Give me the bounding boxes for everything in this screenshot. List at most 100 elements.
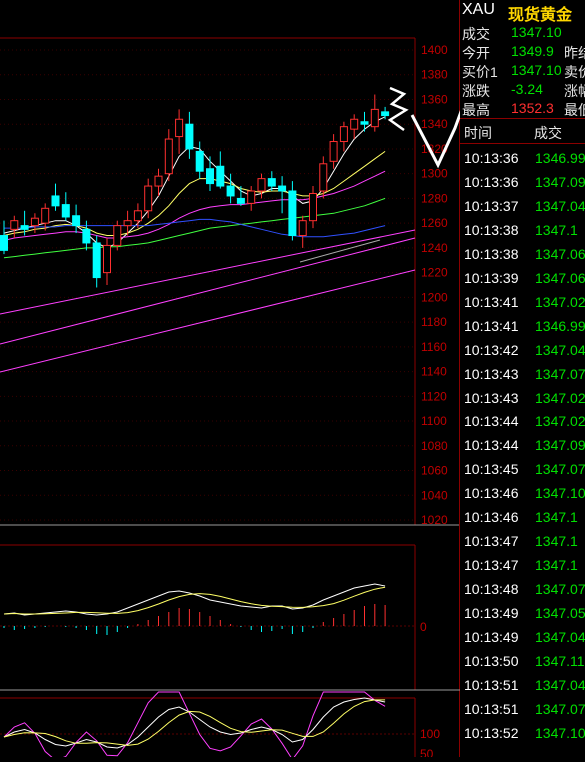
candle-body — [195, 150, 204, 172]
quote-row: 成交 1347.10 — [460, 23, 585, 42]
quote-label: 买价1 — [462, 64, 498, 80]
quote-row: 最高 1352.3 最低 — [460, 99, 585, 118]
tick-time: 10:13:47 — [464, 557, 519, 574]
tick-row: 10:13:43 1347.07 — [460, 363, 585, 386]
quote-label: 成交 — [462, 26, 490, 42]
candle-body — [319, 163, 328, 192]
tick-price: 1347.06 — [535, 245, 585, 262]
candle-body — [30, 217, 39, 227]
tick-row: 10:13:52 1347.10 — [460, 722, 585, 745]
kdj-d-line — [3, 699, 386, 746]
candle-body — [247, 190, 256, 204]
tick-row: 10:13:49 1347.05 — [460, 602, 585, 625]
price-axis-label: 1180 — [421, 315, 447, 329]
tick-price: 1347.04 — [535, 676, 585, 693]
tick-row: 10:13:51 1347.04 — [460, 674, 585, 697]
tick-price: 1347.10 — [535, 485, 585, 502]
instrument-symbol[interactable]: XAU — [462, 1, 495, 19]
price-axis-label: 1220 — [421, 266, 448, 280]
tick-row: 10:13:49 1347.04 — [460, 626, 585, 649]
instrument-header: XAU 现货黄金 — [460, 0, 585, 24]
price-axis-label: 1200 — [421, 290, 448, 304]
candle-body — [370, 108, 379, 128]
quote-right-label: 卖价 — [564, 64, 585, 80]
moving-average-line — [3, 150, 386, 236]
candle-body — [164, 138, 173, 175]
price-axis-label: 1040 — [421, 488, 448, 502]
tick-time: 10:13:48 — [464, 581, 519, 598]
tick-price: 1347.04 — [535, 341, 585, 358]
kdj-axis-label: 100 — [420, 727, 440, 741]
macd-dea-line — [3, 586, 386, 615]
price-axis-label: 1340 — [421, 117, 448, 131]
tick-row: 10:13:44 1347.09 — [460, 434, 585, 457]
tick-time: 10:13:52 — [464, 724, 519, 741]
moving-average-line — [3, 116, 386, 249]
tick-row: 10:13:38 1347.06 — [460, 243, 585, 266]
candle-body — [288, 190, 297, 237]
tick-price: 1346.99 — [535, 150, 585, 166]
quote-value: -3.24 — [511, 81, 543, 97]
tick-price: 1347.02 — [535, 389, 585, 406]
candle-body — [309, 192, 317, 222]
tick-price: 1346.99 — [535, 317, 585, 334]
trendline-lower — [0, 269, 416, 373]
tick-time: 10:13:38 — [464, 245, 519, 262]
tick-time: 10:13:41 — [464, 317, 519, 334]
tick-time: 10:13:47 — [464, 533, 519, 550]
candle-body — [41, 207, 50, 224]
candlestick-chart-panel[interactable]: 1400 1380 1360 1340 1320 1300 1280 1260 1240 1220… — [0, 0, 484, 761]
tick-time: 10:13:46 — [464, 509, 519, 526]
candle-body — [144, 185, 153, 212]
quote-label: 最高 — [462, 102, 490, 118]
candle-body — [298, 220, 307, 237]
tick-time: 10:13:50 — [464, 652, 519, 669]
candle-body — [329, 141, 338, 162]
tick-price: 1347.06 — [535, 269, 585, 286]
price-axis-label: 1400 — [421, 43, 448, 57]
quote-value: 1349.9 — [511, 43, 554, 59]
trendline-middle — [0, 237, 416, 345]
tick-row: 10:13:43 1347.02 — [460, 387, 585, 410]
candle-body — [10, 220, 19, 230]
macd-dif-line — [3, 583, 386, 616]
candle-body — [206, 168, 214, 185]
moving-average-line — [3, 197, 386, 259]
price-axis-label: 1260 — [421, 216, 448, 230]
price-axis-label: 1300 — [421, 167, 448, 181]
tick-price: 1347.05 — [535, 605, 585, 622]
candle-body — [82, 228, 91, 244]
tick-price: 1347.09 — [535, 437, 585, 454]
quote-right-label: 昨结 — [564, 45, 585, 61]
candle-body — [339, 126, 348, 143]
tick-time: 10:13:42 — [464, 341, 519, 358]
tick-row: 10:13:36 1347.09 — [460, 171, 585, 194]
candle-body — [267, 178, 276, 187]
candle-body — [278, 185, 287, 192]
quote-value: 1352.3 — [511, 100, 554, 116]
price-axis-label: 1020 — [421, 513, 448, 527]
chart-canvas: 1400138013601340132013001280126012401220… — [0, 0, 484, 761]
price-axis-label: 1060 — [421, 464, 448, 478]
tick-price: 1347.07 — [535, 581, 585, 598]
candle-body — [226, 185, 235, 197]
candle-body — [133, 210, 142, 222]
quote-label: 今开 — [462, 45, 490, 61]
tick-row: 10:13:47 1347.1 — [460, 554, 585, 577]
tick-row: 10:13:37 1347.04 — [460, 195, 585, 218]
candle-body — [236, 197, 245, 204]
tick-header-time: 时间 — [464, 125, 492, 141]
tick-time: 10:13:36 — [464, 150, 519, 166]
tick-row: 10:13:39 1347.06 — [460, 267, 585, 290]
quote-right-label: 涨幅 — [564, 83, 585, 99]
candle-body — [113, 225, 122, 246]
tick-time: 10:13:44 — [464, 437, 519, 454]
candle-body — [51, 195, 60, 207]
price-axis-label: 1080 — [421, 439, 448, 453]
tick-price: 1347.07 — [535, 461, 585, 478]
quote-label: 涨跌 — [462, 83, 490, 99]
quote-row: 今开 1349.9 昨结 — [460, 42, 585, 61]
candle-body — [175, 118, 184, 138]
price-axis-label: 1380 — [421, 68, 448, 82]
tick-time: 10:13:43 — [464, 365, 519, 382]
